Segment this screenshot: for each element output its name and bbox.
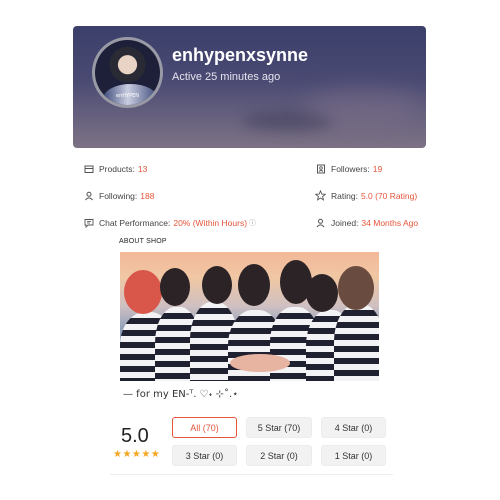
- stat-rating[interactable]: Rating: 5.0 (70 Rating): [315, 190, 417, 201]
- stat-following-value: 188: [140, 190, 155, 201]
- stat-rating-value: 5.0 (70 Rating): [360, 190, 418, 201]
- stat-joined-value: 34 Months Ago: [361, 217, 419, 228]
- filter-5-star-button[interactable]: 5 Star (70): [246, 417, 312, 438]
- info-icon[interactable]: ⓘ: [249, 218, 256, 228]
- shop-avatar[interactable]: enHYPEN: [92, 37, 163, 108]
- stat-following[interactable]: Following: 188: [83, 190, 154, 201]
- user-check-icon: [315, 217, 326, 228]
- about-shop-caption: — for my EN-ᵀ. ♡˖ ⊹˚.⋆: [123, 389, 239, 400]
- store-icon: [83, 163, 94, 174]
- star-outline-icon: [315, 190, 326, 201]
- filter-3-star-button[interactable]: 3 Star (0): [172, 445, 237, 466]
- stat-products-label: Products:: [99, 163, 135, 174]
- stat-joined-label: Joined:: [331, 217, 359, 228]
- rating-stars: ★★★★★: [113, 449, 161, 460]
- section-divider: [110, 474, 393, 475]
- shop-active-status: Active 25 minutes ago: [172, 71, 281, 83]
- stat-chat-label: Chat Performance:: [99, 217, 171, 228]
- user-icon: [83, 190, 94, 201]
- about-shop-photo: [120, 252, 379, 381]
- stat-products-value: 13: [137, 163, 148, 174]
- filter-1-star-button[interactable]: 1 Star (0): [321, 445, 386, 466]
- stat-chat-performance[interactable]: Chat Performance: 20% (Within Hours) ⓘ: [83, 217, 256, 228]
- avatar-logo: enHYPEN: [116, 93, 139, 99]
- stat-chat-value: 20% (Within Hours): [173, 217, 248, 228]
- filter-all-button[interactable]: All (70): [172, 417, 237, 438]
- stat-joined[interactable]: Joined: 34 Months Ago: [315, 217, 418, 228]
- stat-following-label: Following:: [99, 190, 138, 201]
- stat-followers[interactable]: Followers: 19: [315, 163, 382, 174]
- stat-products[interactable]: Products: 13: [83, 163, 147, 174]
- stat-followers-label: Followers:: [331, 163, 370, 174]
- stat-rating-label: Rating:: [331, 190, 358, 201]
- stat-followers-value: 19: [372, 163, 383, 174]
- about-shop-title: ABOUT SHOP: [119, 238, 167, 245]
- filter-4-star-button[interactable]: 4 Star (0): [321, 417, 386, 438]
- filter-2-star-button[interactable]: 2 Star (0): [246, 445, 312, 466]
- shop-name: enhypenxsynne: [172, 45, 309, 65]
- chat-icon: [83, 217, 94, 228]
- followers-icon: [315, 163, 326, 174]
- rating-score: 5.0: [121, 425, 149, 447]
- banner-decoration: [303, 86, 423, 126]
